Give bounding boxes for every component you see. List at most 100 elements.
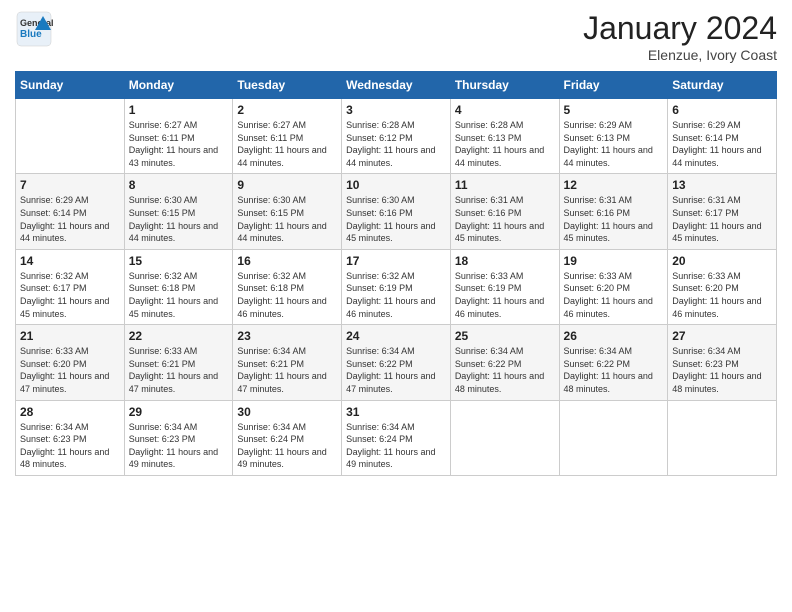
calendar-cell: 10 Sunrise: 6:30 AMSunset: 6:16 PMDayligh… xyxy=(342,174,451,249)
day-info: Sunrise: 6:30 AMSunset: 6:15 PMDaylight:… xyxy=(129,194,229,244)
day-info: Sunrise: 6:28 AMSunset: 6:12 PMDaylight:… xyxy=(346,119,446,169)
day-number: 16 xyxy=(237,254,337,268)
day-info: Sunrise: 6:31 AMSunset: 6:16 PMDaylight:… xyxy=(564,194,664,244)
day-number: 3 xyxy=(346,103,446,117)
day-number: 18 xyxy=(455,254,555,268)
calendar-cell: 14 Sunrise: 6:32 AMSunset: 6:17 PMDayligh… xyxy=(16,249,125,324)
day-number: 13 xyxy=(672,178,772,192)
weekday-header: Tuesday xyxy=(233,72,342,99)
weekday-header: Sunday xyxy=(16,72,125,99)
calendar-cell: 12Sunrise: 6:31 AMSunset: 6:16 PMDayligh… xyxy=(559,174,668,249)
day-info: Sunrise: 6:34 AMSunset: 6:23 PMDaylight:… xyxy=(672,345,772,395)
day-info: Sunrise: 6:33 AMSunset: 6:21 PMDaylight:… xyxy=(129,345,229,395)
day-number: 22 xyxy=(129,329,229,343)
calendar-cell: 18 Sunrise: 6:33 AMSunset: 6:19 PMDayligh… xyxy=(450,249,559,324)
day-info: Sunrise: 6:29 AMSunset: 6:14 PMDaylight:… xyxy=(672,119,772,169)
calendar-table: SundayMondayTuesdayWednesdayThursdayFrid… xyxy=(15,71,777,476)
day-info: Sunrise: 6:31 AMSunset: 6:16 PMDaylight:… xyxy=(455,194,555,244)
day-number: 1 xyxy=(129,103,229,117)
day-number: 23 xyxy=(237,329,337,343)
month-title: January 2024 xyxy=(583,10,777,47)
calendar-cell: 25Sunrise: 6:34 AMSunset: 6:22 PMDayligh… xyxy=(450,325,559,400)
weekday-header: Thursday xyxy=(450,72,559,99)
day-number: 20 xyxy=(672,254,772,268)
calendar-cell: 7 Sunrise: 6:29 AMSunset: 6:14 PMDaylight… xyxy=(16,174,125,249)
day-info: Sunrise: 6:31 AMSunset: 6:17 PMDaylight:… xyxy=(672,194,772,244)
day-number: 15 xyxy=(129,254,229,268)
day-number: 31 xyxy=(346,405,446,419)
day-number: 26 xyxy=(564,329,664,343)
calendar-cell xyxy=(450,400,559,475)
day-info: Sunrise: 6:32 AMSunset: 6:19 PMDaylight:… xyxy=(346,270,446,320)
day-number: 5 xyxy=(564,103,664,117)
day-info: Sunrise: 6:28 AMSunset: 6:13 PMDaylight:… xyxy=(455,119,555,169)
day-info: Sunrise: 6:34 AMSunset: 6:24 PMDaylight:… xyxy=(346,421,446,471)
calendar-cell: 9 Sunrise: 6:30 AMSunset: 6:15 PMDaylight… xyxy=(233,174,342,249)
day-info: Sunrise: 6:30 AMSunset: 6:15 PMDaylight:… xyxy=(237,194,337,244)
day-number: 14 xyxy=(20,254,120,268)
day-info: Sunrise: 6:34 AMSunset: 6:22 PMDaylight:… xyxy=(346,345,446,395)
day-number: 2 xyxy=(237,103,337,117)
calendar-cell: 6 Sunrise: 6:29 AMSunset: 6:14 PMDaylight… xyxy=(668,99,777,174)
calendar-cell xyxy=(668,400,777,475)
day-info: Sunrise: 6:34 AMSunset: 6:24 PMDaylight:… xyxy=(237,421,337,471)
day-info: Sunrise: 6:30 AMSunset: 6:16 PMDaylight:… xyxy=(346,194,446,244)
day-number: 11 xyxy=(455,178,555,192)
calendar-cell: 5 Sunrise: 6:29 AMSunset: 6:13 PMDaylight… xyxy=(559,99,668,174)
day-info: Sunrise: 6:33 AMSunset: 6:20 PMDaylight:… xyxy=(564,270,664,320)
calendar-week-row: 21 Sunrise: 6:33 AMSunset: 6:20 PMDayligh… xyxy=(16,325,777,400)
calendar-cell: 2 Sunrise: 6:27 AMSunset: 6:11 PMDaylight… xyxy=(233,99,342,174)
calendar-cell: 11 Sunrise: 6:31 AMSunset: 6:16 PMDayligh… xyxy=(450,174,559,249)
calendar-cell: 26 Sunrise: 6:34 AMSunset: 6:22 PMDayligh… xyxy=(559,325,668,400)
day-info: Sunrise: 6:27 AMSunset: 6:11 PMDaylight:… xyxy=(237,119,337,169)
day-number: 8 xyxy=(129,178,229,192)
day-info: Sunrise: 6:27 AMSunset: 6:11 PMDaylight:… xyxy=(129,119,229,169)
day-info: Sunrise: 6:34 AMSunset: 6:22 PMDaylight:… xyxy=(455,345,555,395)
calendar-cell: 16 Sunrise: 6:32 AMSunset: 6:18 PMDayligh… xyxy=(233,249,342,324)
day-info: Sunrise: 6:32 AMSunset: 6:18 PMDaylight:… xyxy=(237,270,337,320)
calendar-cell: 27 Sunrise: 6:34 AMSunset: 6:23 PMDayligh… xyxy=(668,325,777,400)
calendar-cell: 22 Sunrise: 6:33 AMSunset: 6:21 PMDayligh… xyxy=(124,325,233,400)
svg-text:Blue: Blue xyxy=(20,29,42,40)
calendar-cell: 3 Sunrise: 6:28 AMSunset: 6:12 PMDaylight… xyxy=(342,99,451,174)
day-number: 24 xyxy=(346,329,446,343)
calendar-cell: 4Sunrise: 6:28 AMSunset: 6:13 PMDaylight… xyxy=(450,99,559,174)
day-number: 30 xyxy=(237,405,337,419)
calendar-cell: 1 Sunrise: 6:27 AMSunset: 6:11 PMDaylight… xyxy=(124,99,233,174)
weekday-header: Friday xyxy=(559,72,668,99)
location-subtitle: Elenzue, Ivory Coast xyxy=(583,47,777,63)
calendar-cell xyxy=(559,400,668,475)
calendar-cell: 17Sunrise: 6:32 AMSunset: 6:19 PMDayligh… xyxy=(342,249,451,324)
day-info: Sunrise: 6:33 AMSunset: 6:19 PMDaylight:… xyxy=(455,270,555,320)
calendar-cell: 19 Sunrise: 6:33 AMSunset: 6:20 PMDayligh… xyxy=(559,249,668,324)
calendar-cell: 8 Sunrise: 6:30 AMSunset: 6:15 PMDaylight… xyxy=(124,174,233,249)
calendar-cell: 13 Sunrise: 6:31 AMSunset: 6:17 PMDayligh… xyxy=(668,174,777,249)
day-info: Sunrise: 6:34 AMSunset: 6:21 PMDaylight:… xyxy=(237,345,337,395)
calendar-cell: 29Sunrise: 6:34 AMSunset: 6:23 PMDayligh… xyxy=(124,400,233,475)
logo: General Blue xyxy=(15,10,53,48)
day-info: Sunrise: 6:32 AMSunset: 6:17 PMDaylight:… xyxy=(20,270,120,320)
calendar-cell: 20 Sunrise: 6:33 AMSunset: 6:20 PMDayligh… xyxy=(668,249,777,324)
calendar-cell: 23 Sunrise: 6:34 AMSunset: 6:21 PMDayligh… xyxy=(233,325,342,400)
day-number: 6 xyxy=(672,103,772,117)
day-info: Sunrise: 6:33 AMSunset: 6:20 PMDaylight:… xyxy=(20,345,120,395)
title-block: January 2024 Elenzue, Ivory Coast xyxy=(583,10,777,63)
calendar-cell: 24 Sunrise: 6:34 AMSunset: 6:22 PMDayligh… xyxy=(342,325,451,400)
day-info: Sunrise: 6:33 AMSunset: 6:20 PMDaylight:… xyxy=(672,270,772,320)
day-info: Sunrise: 6:29 AMSunset: 6:13 PMDaylight:… xyxy=(564,119,664,169)
day-number: 29 xyxy=(129,405,229,419)
calendar-week-row: 1 Sunrise: 6:27 AMSunset: 6:11 PMDaylight… xyxy=(16,99,777,174)
day-number: 9 xyxy=(237,178,337,192)
day-number: 21 xyxy=(20,329,120,343)
day-number: 27 xyxy=(672,329,772,343)
day-number: 7 xyxy=(20,178,120,192)
logo-icon: General Blue xyxy=(15,10,53,48)
day-info: Sunrise: 6:29 AMSunset: 6:14 PMDaylight:… xyxy=(20,194,120,244)
day-number: 19 xyxy=(564,254,664,268)
calendar-cell xyxy=(16,99,125,174)
day-number: 10 xyxy=(346,178,446,192)
weekday-header: Wednesday xyxy=(342,72,451,99)
calendar-week-row: 28Sunrise: 6:34 AMSunset: 6:23 PMDayligh… xyxy=(16,400,777,475)
day-info: Sunrise: 6:34 AMSunset: 6:22 PMDaylight:… xyxy=(564,345,664,395)
weekday-header: Monday xyxy=(124,72,233,99)
